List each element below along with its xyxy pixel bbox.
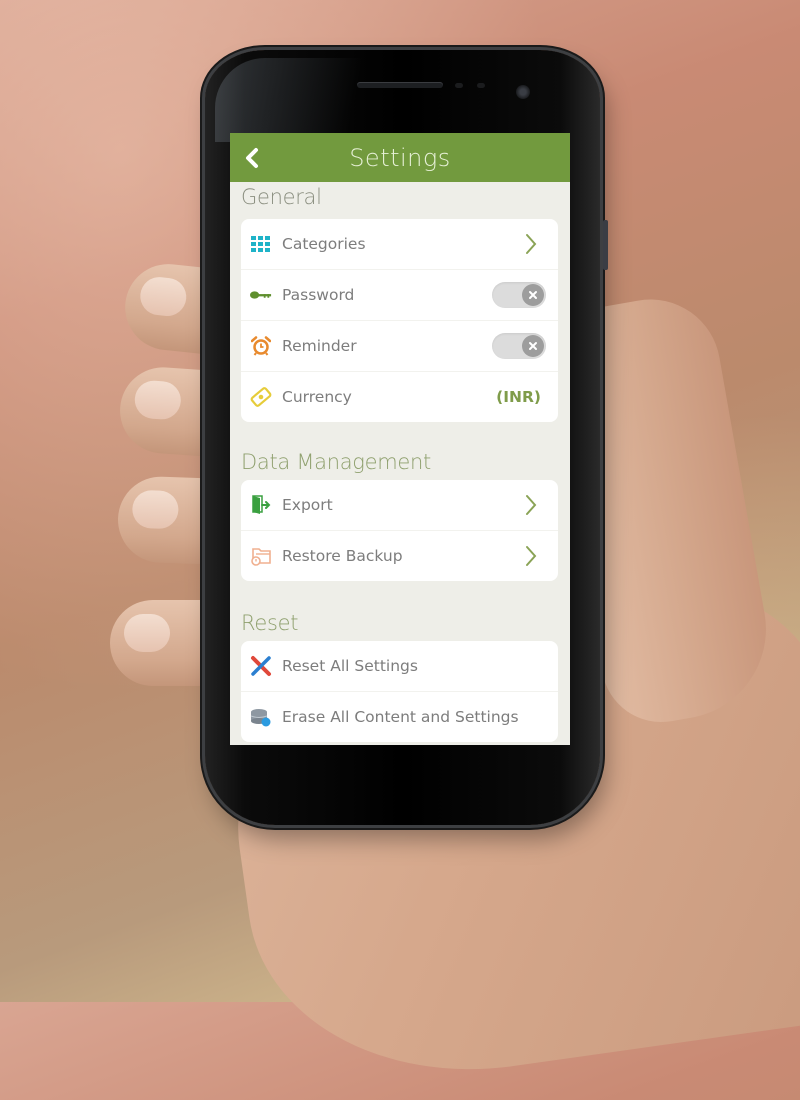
light-sensor bbox=[477, 83, 485, 88]
chevron-right-icon bbox=[526, 546, 537, 566]
settings-row-reset-all-settings[interactable]: Reset All Settings bbox=[241, 641, 558, 692]
settings-row-restore-backup[interactable]: Restore Backup bbox=[241, 531, 558, 581]
row-label: Reset All Settings bbox=[282, 657, 418, 675]
password-toggle[interactable] bbox=[492, 282, 546, 308]
earpiece-speaker bbox=[357, 82, 443, 88]
volume-button[interactable] bbox=[603, 220, 608, 270]
general-card: Categories Password Reminder Currency (I… bbox=[241, 219, 558, 422]
fingernail bbox=[133, 379, 183, 421]
tools-cross-icon bbox=[250, 655, 272, 677]
fingernail bbox=[131, 489, 180, 530]
settings-row-export[interactable]: Export bbox=[241, 480, 558, 531]
currency-note-icon bbox=[250, 386, 272, 408]
data-management-card: Export Restore Backup bbox=[241, 480, 558, 581]
fingernail bbox=[124, 614, 170, 652]
page-title: Settings bbox=[349, 143, 451, 172]
row-label: Erase All Content and Settings bbox=[282, 708, 519, 726]
chevron-left-icon bbox=[246, 148, 258, 168]
toggle-knob bbox=[522, 335, 544, 357]
proximity-sensor bbox=[455, 83, 463, 88]
toggle-knob bbox=[522, 284, 544, 306]
export-door-icon bbox=[250, 494, 272, 516]
close-icon bbox=[529, 342, 537, 350]
reminder-toggle[interactable] bbox=[492, 333, 546, 359]
row-label: Restore Backup bbox=[282, 547, 403, 565]
fingernail bbox=[138, 275, 189, 318]
settings-row-categories[interactable]: Categories bbox=[241, 219, 558, 270]
currency-value: (INR) bbox=[496, 388, 541, 406]
alarm-clock-icon bbox=[250, 335, 272, 357]
app-header: Settings bbox=[230, 133, 570, 182]
section-title-data-management: Data Management bbox=[241, 450, 431, 474]
settings-row-erase-all[interactable]: Erase All Content and Settings bbox=[241, 692, 558, 742]
row-label: Categories bbox=[282, 235, 366, 253]
back-button[interactable] bbox=[238, 143, 266, 173]
key-icon bbox=[250, 284, 272, 306]
reset-card: Reset All Settings Erase All Content and… bbox=[241, 641, 558, 742]
phone-gloss bbox=[215, 58, 385, 142]
grid-icon bbox=[250, 233, 272, 255]
front-camera bbox=[516, 85, 530, 99]
settings-row-currency[interactable]: Currency (INR) bbox=[241, 372, 558, 422]
row-label: Reminder bbox=[282, 337, 357, 355]
chevron-right-icon bbox=[526, 495, 537, 515]
close-icon bbox=[529, 291, 537, 299]
app-screen: Settings General Categories Password Rem… bbox=[230, 133, 570, 745]
row-label: Currency bbox=[282, 388, 352, 406]
settings-row-password[interactable]: Password bbox=[241, 270, 558, 321]
row-label: Export bbox=[282, 496, 333, 514]
chevron-right-icon bbox=[526, 234, 537, 254]
settings-row-reminder[interactable]: Reminder bbox=[241, 321, 558, 372]
section-title-general: General bbox=[241, 185, 322, 209]
folder-restore-icon bbox=[250, 545, 272, 567]
database-erase-icon bbox=[250, 706, 272, 728]
row-label: Password bbox=[282, 286, 355, 304]
section-title-reset: Reset bbox=[241, 611, 299, 635]
